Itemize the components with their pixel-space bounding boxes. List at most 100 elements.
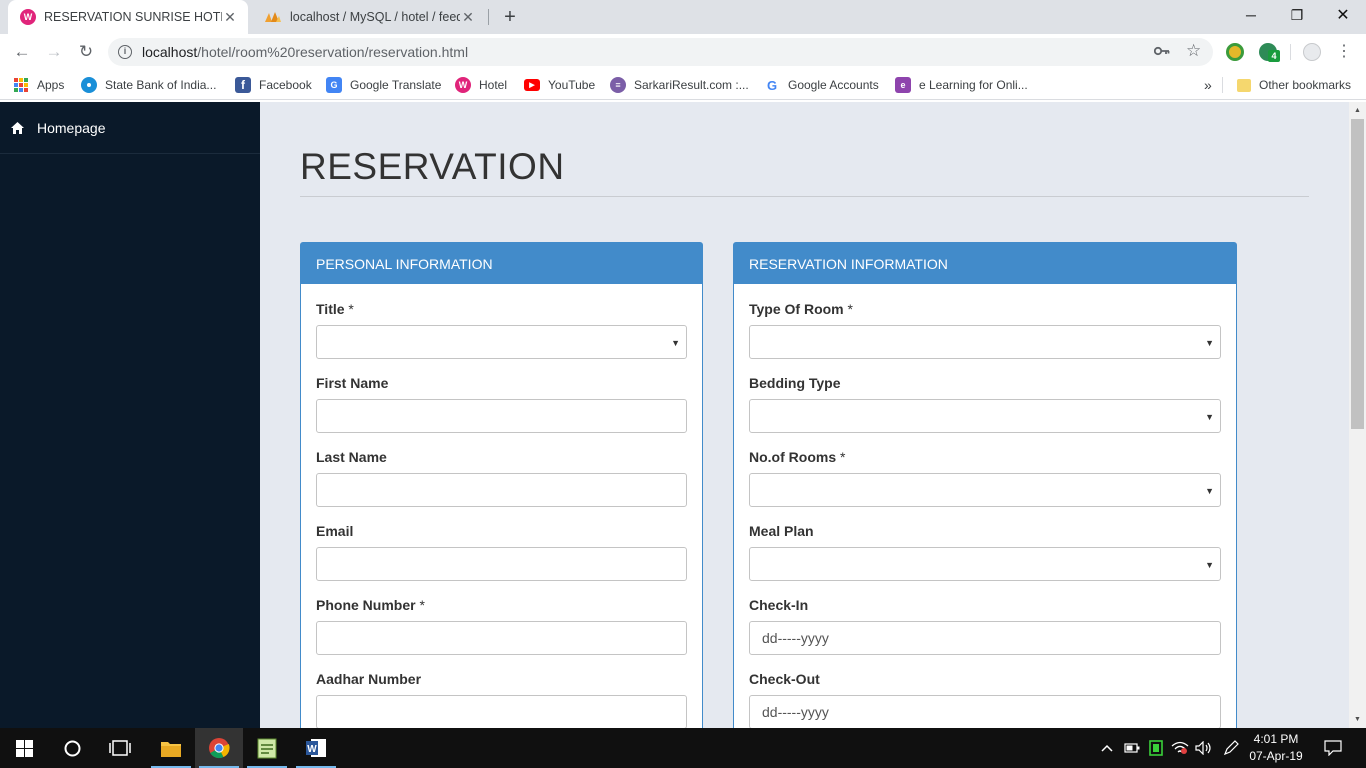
field-label-text: Check-In [749,597,809,613]
field-label-text: First Name [316,375,389,391]
home-icon [10,121,24,134]
browser-toolbar: ← → ↻ i localhost/hotel/room%20reservati… [0,34,1366,70]
new-tab-button[interactable]: + [498,4,522,30]
field-label-text: Last Name [316,449,387,465]
folder-icon [1237,78,1251,92]
email-label: Email [316,523,353,539]
app-tray-icon[interactable] [1146,728,1166,768]
rooms-count-select[interactable]: ▼ [749,473,1221,507]
site-info-icon[interactable]: i [118,45,132,59]
close-tab-icon[interactable]: ✕ [460,9,476,26]
tab-phpmyadmin[interactable]: localhost / MySQL / hotel / feedb ✕ [252,0,486,34]
notepad-icon[interactable] [243,728,291,768]
check-out-date-input[interactable]: dd-----yyyy [749,695,1221,728]
bookmark-hotel[interactable]: W Hotel [455,76,507,94]
chrome-icon[interactable] [195,728,243,768]
network-icon[interactable] [1170,728,1190,768]
bookmark-label: State Bank of India... [105,78,217,92]
bedding-type-label: Bedding Type [749,375,841,391]
cortana-icon[interactable] [48,728,96,768]
system-clock[interactable]: 4:01 PM 07-Apr-19 [1244,731,1308,765]
scroll-down-icon[interactable]: ▼ [1349,711,1366,728]
battery-icon[interactable] [1122,728,1142,768]
minimize-button[interactable]: ─ [1228,0,1274,30]
first-name-input[interactable] [316,399,687,433]
meal-plan-select[interactable]: ▼ [749,547,1221,581]
bookmark-label: Facebook [259,78,312,92]
extension-icon[interactable] [1226,43,1244,61]
apps-grid-icon [14,78,28,92]
scrollbar-thumb[interactable] [1351,119,1364,429]
last-name-input[interactable] [316,473,687,507]
field-label-text: Type Of Room [749,301,844,317]
field-label-text: Email [316,523,354,539]
bookmark-youtube[interactable]: ▶ YouTube [524,76,595,94]
svg-text:W: W [307,744,317,755]
profile-avatar[interactable] [1303,43,1321,61]
hotel-icon: W [455,77,471,93]
key-icon[interactable] [1153,44,1170,62]
scroll-up-icon[interactable]: ▲ [1349,102,1366,119]
aadhar-number-input[interactable] [316,695,687,728]
reload-button[interactable]: ↻ [74,40,98,64]
pen-icon[interactable] [1220,728,1242,768]
bookmark-sbi[interactable]: State Bank of India... [81,76,216,94]
other-bookmarks[interactable]: Other bookmarks [1237,76,1351,94]
bookmarks-overflow-button[interactable]: » [1204,76,1212,94]
main-content: RESERVATION PERSONAL INFORMATION Title *… [260,102,1349,728]
chevron-down-icon: ▼ [1205,338,1214,348]
web-page: Homepage RESERVATION PERSONAL INFORMATIO… [0,102,1366,728]
notification-center-icon[interactable] [1318,728,1348,768]
bookmark-label: Google Translate [350,78,442,92]
bookmarks-separator [1222,77,1223,93]
bookmark-elearning[interactable]: e e Learning for Onli... [895,76,1028,94]
show-hidden-icons-icon[interactable] [1098,728,1116,768]
chevron-down-icon: ▼ [1205,560,1214,570]
date-placeholder: dd-----yyyy [762,630,829,646]
start-icon[interactable] [0,728,48,768]
field-label-text: Meal Plan [749,523,814,539]
toolbar-separator [1290,44,1291,60]
required-marker: * [348,301,354,317]
close-window-button[interactable]: ✕ [1320,0,1366,30]
title-select[interactable]: ▼ [316,325,687,359]
bookmark-google-accounts[interactable]: G Google Accounts [764,76,879,94]
personal-information-panel: PERSONAL INFORMATION Title * ▼ First Nam… [300,242,703,728]
address-bar[interactable]: i localhost/hotel/room%20reservation/res… [108,38,1213,66]
word-icon[interactable]: W [292,728,340,768]
bookmark-apps[interactable]: Apps [14,76,64,94]
room-type-select[interactable]: ▼ [749,325,1221,359]
extension-badge-icon[interactable]: 4 [1259,43,1280,62]
page-scrollbar[interactable]: ▲ ▼ [1349,102,1366,728]
sidebar-item-homepage[interactable]: Homepage [0,102,260,154]
bedding-type-select[interactable]: ▼ [749,399,1221,433]
back-button[interactable]: ← [10,40,34,64]
tab-title: localhost / MySQL / hotel / feedb [290,10,460,24]
phone-number-label: Phone Number * [316,597,425,613]
bookmark-google-translate[interactable]: G Google Translate [326,76,441,94]
clock-date: 07-Apr-19 [1249,749,1303,763]
check-in-date-input[interactable]: dd-----yyyy [749,621,1221,655]
volume-icon[interactable] [1194,728,1214,768]
bookmark-sarkari[interactable]: ≡ SarkariResult.com :... [610,76,749,94]
close-tab-icon[interactable]: ✕ [222,9,238,26]
panel-heading: RESERVATION INFORMATION [734,243,1236,284]
bookmark-facebook[interactable]: f Facebook [235,76,312,94]
restore-button[interactable]: ❐ [1274,0,1320,30]
title-label: Title * [316,301,354,317]
chrome-menu-button[interactable]: ⋮ [1336,42,1352,62]
room-type-label: Type Of Room * [749,301,853,317]
facebook-icon: f [235,77,251,93]
forward-button[interactable]: → [42,40,66,64]
tab-reservation[interactable]: W RESERVATION SUNRISE HOTEL ✕ [8,0,248,34]
page-title: RESERVATION [300,146,565,187]
task-view-icon[interactable] [96,728,144,768]
bookmarks-bar: Apps State Bank of India... f Facebook G… [0,70,1366,100]
file-explorer-icon[interactable] [147,728,195,768]
phone-number-input[interactable] [316,621,687,655]
star-icon[interactable]: ☆ [1186,41,1201,61]
email-input[interactable] [316,547,687,581]
field-label-text: No.of Rooms [749,449,837,465]
chevron-down-icon: ▼ [1205,412,1214,422]
youtube-icon: ▶ [524,79,540,91]
